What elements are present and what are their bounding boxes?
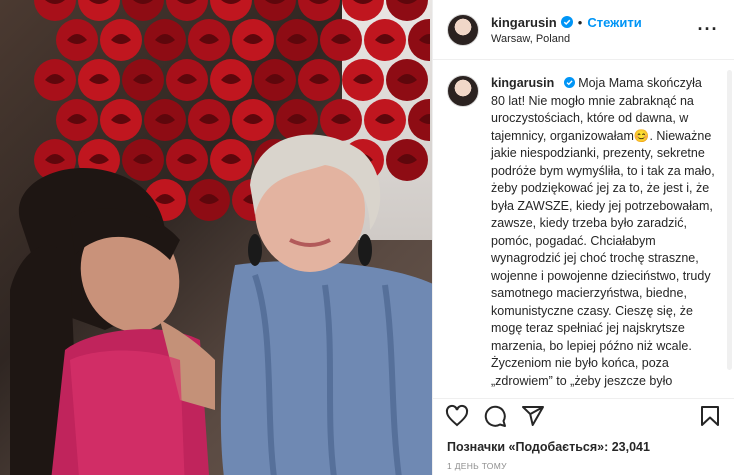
- location-link[interactable]: Warsaw, Poland: [491, 33, 696, 45]
- caption-avatar[interactable]: [447, 75, 479, 107]
- heart-icon[interactable]: [445, 404, 469, 428]
- share-icon[interactable]: [521, 404, 545, 428]
- action-bar: [433, 398, 734, 432]
- bookmark-icon[interactable]: [698, 404, 722, 428]
- woman-right-figure: [220, 134, 432, 475]
- header-text: kingarusin • Стежити Warsaw, Poland: [491, 15, 696, 45]
- more-options-icon[interactable]: ···: [696, 19, 720, 40]
- likes-count[interactable]: Позначки «Подобається»: 23,041: [447, 440, 650, 454]
- caption-text: Moja Mama skończyła 80 lat! Nie mogło mn…: [491, 76, 715, 388]
- verified-badge-icon: [560, 16, 573, 28]
- post-side-panel: kingarusin • Стежити Warsaw, Poland ··· …: [432, 0, 734, 475]
- caption: kingarusin Moja Mama skończyła 80 lat! N…: [491, 75, 719, 388]
- post-timestamp[interactable]: 1 день тому: [447, 461, 507, 471]
- header-row: kingarusin • Стежити: [491, 15, 696, 30]
- username-link[interactable]: kingarusin: [491, 15, 557, 30]
- post-header: kingarusin • Стежити Warsaw, Poland ···: [433, 0, 734, 60]
- caption-username-link[interactable]: kingarusin: [491, 76, 554, 90]
- separator-dot: •: [577, 14, 583, 30]
- instagram-post: kingarusin • Стежити Warsaw, Poland ··· …: [0, 0, 734, 475]
- post-photo[interactable]: [0, 0, 432, 475]
- caption-verified-badge-icon: [563, 77, 575, 88]
- comment-icon[interactable]: [483, 404, 507, 428]
- comments-area[interactable]: kingarusin Moja Mama skończyła 80 lat! N…: [433, 61, 734, 388]
- comments-scrollbar[interactable]: [727, 70, 732, 370]
- avatar[interactable]: [447, 13, 479, 46]
- follow-button[interactable]: Стежити: [587, 15, 641, 30]
